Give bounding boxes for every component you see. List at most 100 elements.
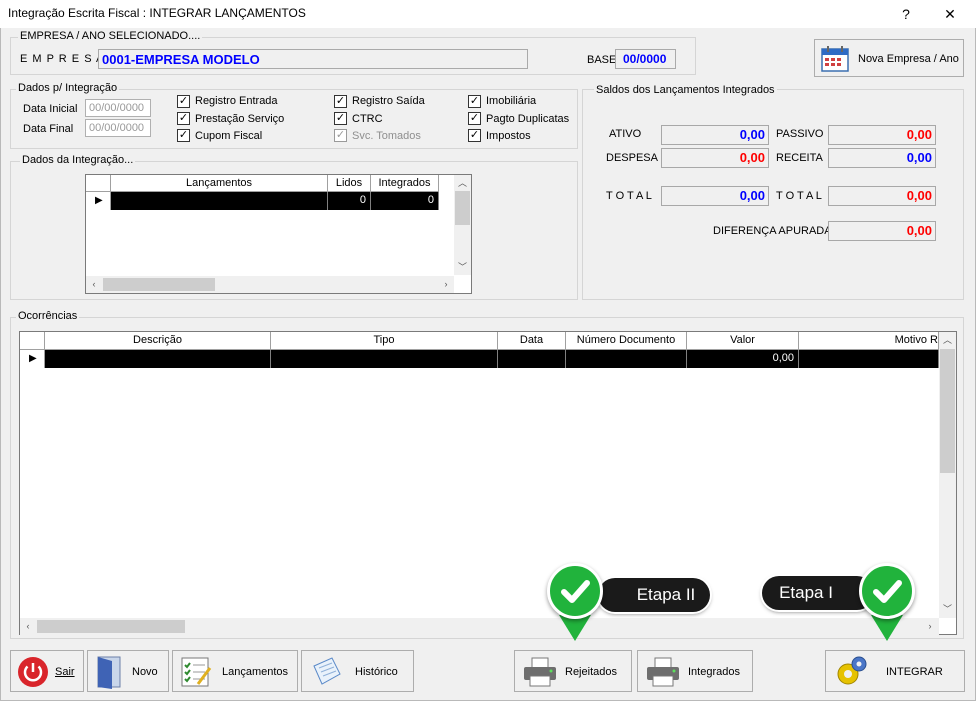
horizontal-scrollbar[interactable]: ‹ ›	[86, 276, 454, 293]
calendar-icon	[821, 46, 849, 72]
despesa-label: DESPESA	[606, 152, 658, 164]
historico-button[interactable]: Histórico	[301, 650, 414, 692]
row-indicator-icon: ▶	[86, 192, 111, 210]
diferenca-value: 0,00	[828, 221, 936, 241]
rejeitados-label: Rejeitados	[565, 666, 617, 678]
rejeitados-button[interactable]: Rejeitados	[514, 650, 632, 692]
passivo-label: PASSIVO	[776, 128, 824, 140]
col-motivo[interactable]: Motivo R	[799, 332, 939, 350]
imobiliaria-label: Imobiliária	[486, 95, 537, 107]
cell-lancamentos[interactable]	[111, 192, 328, 210]
col-descricao[interactable]: Descrição	[45, 332, 271, 350]
scroll-down-icon[interactable]: ﹀	[454, 259, 471, 275]
lancamentos-label: Lançamentos	[222, 666, 289, 678]
document-icon	[313, 657, 341, 685]
cell-tipo[interactable]	[271, 350, 498, 368]
checkmark-icon	[547, 563, 603, 619]
cell-lidos[interactable]: 0	[328, 192, 371, 210]
registro-saida-checkbox[interactable]: ✓	[334, 95, 347, 108]
cell-data[interactable]	[498, 350, 566, 368]
cell-descricao[interactable]	[45, 350, 271, 368]
checklist-icon	[181, 657, 212, 687]
sair-button[interactable]: Sair	[10, 650, 84, 692]
window-title: Integração Escrita Fiscal : INTEGRAR LAN…	[8, 6, 306, 20]
svc-tomados-label: Svc. Tomados	[352, 130, 421, 142]
prestacao-servico-checkbox[interactable]: ✓	[177, 112, 190, 125]
passivo-value: 0,00	[828, 125, 936, 145]
ctrc-checkbox[interactable]: ✓	[334, 112, 347, 125]
empresa-value: 0001-EMPRESA MODELO	[102, 52, 260, 67]
col-valor[interactable]: Valor	[687, 332, 799, 350]
data-final-input[interactable]	[85, 119, 151, 137]
novo-button[interactable]: Novo	[87, 650, 169, 692]
scroll-right-icon[interactable]: ›	[922, 618, 938, 634]
data-final-label: Data Final	[23, 123, 74, 135]
dados-da-integracao-title: Dados da Integração...	[20, 154, 136, 166]
title-bar: Integração Escrita Fiscal : INTEGRAR LAN…	[0, 0, 976, 28]
help-button[interactable]: ?	[886, 2, 926, 26]
empresa-field: 0001-EMPRESA MODELO	[98, 49, 528, 69]
scroll-left-icon[interactable]: ‹	[20, 618, 36, 634]
pagto-duplicatas-label: Pagto Duplicatas	[486, 113, 570, 125]
total-passivo-value: 0,00	[828, 186, 936, 206]
base-label: BASE	[587, 54, 617, 66]
integrar-label: INTEGRAR	[886, 666, 943, 678]
data-inicial-input[interactable]	[85, 99, 151, 117]
historico-label: Histórico	[355, 666, 398, 678]
col-data[interactable]: Data	[498, 332, 566, 350]
scroll-right-icon[interactable]: ›	[438, 276, 454, 292]
base-field: 00/0000	[615, 49, 676, 69]
cupom-fiscal-checkbox[interactable]: ✓	[177, 129, 190, 142]
diferenca-label: DIFERENÇA APURADA	[713, 225, 832, 237]
cell-numero-documento[interactable]	[566, 350, 687, 368]
integrados-label: Integrados	[688, 666, 740, 678]
registro-entrada-checkbox[interactable]: ✓	[177, 95, 190, 108]
lancamentos-grid[interactable]: Lançamentos Lidos Integrados ▶ 0 0 ︿ ﹀ ‹…	[85, 174, 472, 294]
cell-motivo[interactable]	[799, 350, 939, 368]
saldos-title: Saldos dos Lançamentos Integrados	[594, 84, 777, 96]
scroll-down-icon[interactable]: ﹀	[939, 601, 956, 617]
col-tipo[interactable]: Tipo	[271, 332, 498, 350]
imobiliaria-checkbox[interactable]: ✓	[468, 95, 481, 108]
door-icon	[97, 656, 121, 689]
printer-icon	[524, 657, 556, 687]
nova-empresa-label: Nova Empresa / Ano	[858, 53, 959, 65]
total-ativo-label: T O T A L	[606, 190, 652, 202]
registro-entrada-label: Registro Entrada	[195, 95, 278, 107]
pagto-duplicatas-checkbox[interactable]: ✓	[468, 112, 481, 125]
col-integrados[interactable]: Integrados	[371, 175, 439, 192]
col-lancamentos[interactable]: Lançamentos	[111, 175, 328, 192]
integrar-button[interactable]: INTEGRAR	[825, 650, 965, 692]
base-value: 00/0000	[623, 52, 667, 66]
scroll-left-icon[interactable]: ‹	[86, 276, 102, 292]
scroll-up-icon[interactable]: ︿	[454, 175, 471, 191]
col-lidos[interactable]: Lidos	[328, 175, 371, 192]
gears-icon	[837, 656, 867, 685]
svc-tomados-checkbox[interactable]: ✓	[334, 129, 347, 142]
vertical-scrollbar[interactable]: ︿ ﹀	[454, 175, 471, 275]
cell-integrados[interactable]: 0	[371, 192, 439, 210]
horizontal-scrollbar[interactable]: ‹ ›	[20, 618, 939, 635]
etapa-2-callout: Etapa II	[598, 578, 710, 612]
col-numero-documento[interactable]: Número Documento	[566, 332, 687, 350]
close-button[interactable]: ✕	[930, 2, 970, 26]
despesa-value: 0,00	[661, 148, 769, 168]
ativo-label: ATIVO	[609, 128, 642, 140]
integrados-button[interactable]: Integrados	[637, 650, 753, 692]
sair-label: Sair	[55, 666, 75, 678]
nova-empresa-button[interactable]: Nova Empresa / Ano	[814, 39, 964, 77]
vertical-scrollbar[interactable]: ︿ ﹀	[939, 332, 956, 618]
etapa-1-callout: Etapa I	[762, 576, 874, 610]
scroll-up-icon[interactable]: ︿	[939, 332, 956, 348]
cupom-fiscal-label: Cupom Fiscal	[195, 130, 263, 142]
lancamentos-button[interactable]: Lançamentos	[172, 650, 298, 692]
checkmark-icon	[859, 563, 915, 619]
cell-valor[interactable]: 0,00	[687, 350, 799, 368]
data-inicial-label: Data Inicial	[23, 103, 78, 115]
impostos-label: Impostos	[486, 130, 531, 142]
total-passivo-label: T O T A L	[776, 190, 822, 202]
impostos-checkbox[interactable]: ✓	[468, 129, 481, 142]
power-icon	[18, 657, 48, 687]
row-indicator-icon: ▶	[20, 350, 45, 368]
printer-icon	[647, 657, 679, 687]
